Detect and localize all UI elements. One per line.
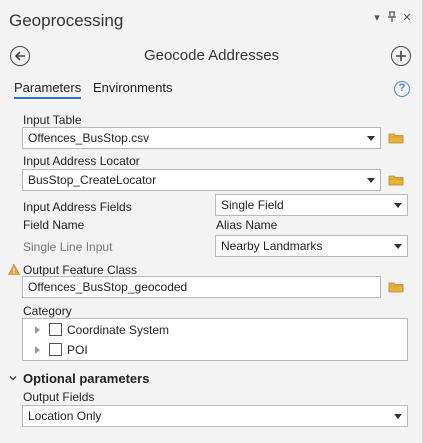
- geoprocessing-pane: Geoprocessing ▾ ✕ Geocode Addresses Para…: [0, 0, 423, 443]
- help-icon[interactable]: ?: [394, 81, 410, 97]
- output-fields-label: Output Fields: [23, 390, 95, 404]
- folder-icon[interactable]: [388, 281, 404, 293]
- tab-parameters[interactable]: Parameters: [14, 80, 82, 99]
- optional-parameters-label: Optional parameters: [23, 371, 150, 386]
- add-button[interactable]: [391, 46, 411, 66]
- chevron-down-icon: [394, 244, 402, 249]
- address-fields-label: Input Address Fields: [23, 200, 132, 214]
- chevron-down-icon: [394, 414, 402, 419]
- address-locator-value: BusStop_CreateLocator: [28, 173, 157, 187]
- address-fields-dropdown[interactable]: Single Field: [215, 194, 408, 216]
- pin-icon[interactable]: [386, 11, 398, 25]
- address-fields-value: Single Field: [221, 198, 284, 212]
- single-line-input-value: Nearby Landmarks: [221, 239, 323, 253]
- category-label: Category: [23, 304, 72, 318]
- address-locator-label: Input Address Locator: [23, 154, 140, 168]
- output-feature-class-value: Offences_BusStop_geocoded: [28, 280, 188, 294]
- output-fields-value: Location Only: [28, 409, 102, 423]
- single-line-input-dropdown[interactable]: Nearby Landmarks: [215, 235, 408, 257]
- field-name-header: Field Name: [23, 218, 85, 232]
- input-table-dropdown[interactable]: Offences_BusStop.csv: [22, 127, 381, 149]
- folder-icon[interactable]: [388, 132, 404, 144]
- output-feature-class-label: Output Feature Class: [23, 263, 138, 277]
- output-feature-class-input[interactable]: Offences_BusStop_geocoded: [22, 276, 381, 298]
- tool-header: Geocode Addresses: [0, 42, 423, 72]
- chevron-down-icon: [9, 376, 17, 381]
- category-checkbox[interactable]: [49, 343, 62, 356]
- folder-icon[interactable]: [388, 174, 404, 186]
- chevron-down-icon: [367, 178, 375, 183]
- single-line-input-label: Single Line Input: [23, 240, 113, 254]
- chevron-down-icon: [394, 203, 402, 208]
- tab-environments[interactable]: Environments: [93, 80, 172, 95]
- category-item[interactable]: Coordinate System: [23, 320, 407, 340]
- options-dropdown-icon[interactable]: ▾: [371, 11, 383, 25]
- pane-title: Geoprocessing: [9, 11, 124, 30]
- category-item[interactable]: POI: [23, 340, 407, 360]
- output-fields-dropdown[interactable]: Location Only: [22, 405, 408, 427]
- category-item-label: Coordinate System: [67, 323, 170, 337]
- expand-triangle-icon[interactable]: [35, 346, 40, 354]
- input-table-label: Input Table: [23, 113, 82, 127]
- category-list: Coordinate System POI: [22, 318, 408, 361]
- tool-title: Geocode Addresses: [143, 47, 280, 64]
- category-item-label: POI: [67, 343, 88, 357]
- close-icon[interactable]: ✕: [401, 11, 413, 25]
- category-checkbox[interactable]: [49, 323, 62, 336]
- title-bar: Geoprocessing ▾ ✕: [0, 0, 423, 42]
- warning-icon: [8, 264, 20, 275]
- alias-name-header: Alias Name: [216, 218, 278, 232]
- chevron-down-icon: [367, 136, 375, 141]
- address-locator-dropdown[interactable]: BusStop_CreateLocator: [22, 169, 381, 191]
- input-table-value: Offences_BusStop.csv: [28, 131, 150, 145]
- expand-triangle-icon[interactable]: [35, 326, 40, 334]
